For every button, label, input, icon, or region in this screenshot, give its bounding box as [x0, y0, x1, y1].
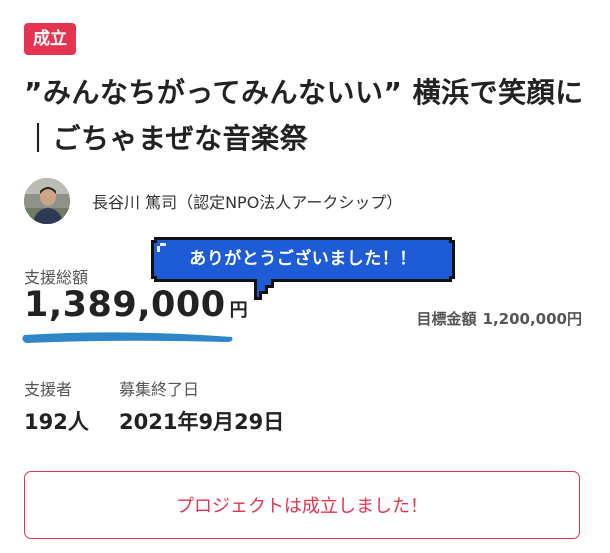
- status-badge: 成立: [24, 23, 76, 55]
- owner-name[interactable]: 長谷川 篤司（認定NPO法人アークシップ）: [92, 189, 402, 213]
- project-title: ”みんなちがってみんないい” 横浜で笑顔に｜ごちゃまぜな音楽祭: [24, 76, 584, 155]
- end-date-value: 2021年9月29日: [119, 410, 285, 434]
- supporters-label: 支援者: [24, 380, 73, 399]
- end-date-label: 募集終了日: [119, 380, 200, 399]
- thanks-speech-bubble: ありがとうございました！！: [148, 234, 458, 306]
- supporters-count: 192人: [24, 410, 89, 434]
- handdrawn-underline: [22, 332, 233, 343]
- supporters-stat: 支援者 192人: [24, 376, 89, 436]
- project-success-button[interactable]: プロジェクトは成立しました！: [24, 471, 580, 539]
- thanks-message: ありがとうございました！！: [189, 249, 417, 269]
- goal-amount: 目標金額 1,200,000円: [417, 308, 582, 329]
- goal-amount-value: 1,200,000円: [482, 310, 582, 328]
- project-owner[interactable]: 長谷川 篤司（認定NPO法人アークシップ）: [24, 176, 402, 226]
- avatar: [24, 178, 70, 224]
- goal-amount-label: 目標金額: [416, 310, 477, 328]
- end-date-stat: 募集終了日 2021年9月29日: [119, 376, 284, 436]
